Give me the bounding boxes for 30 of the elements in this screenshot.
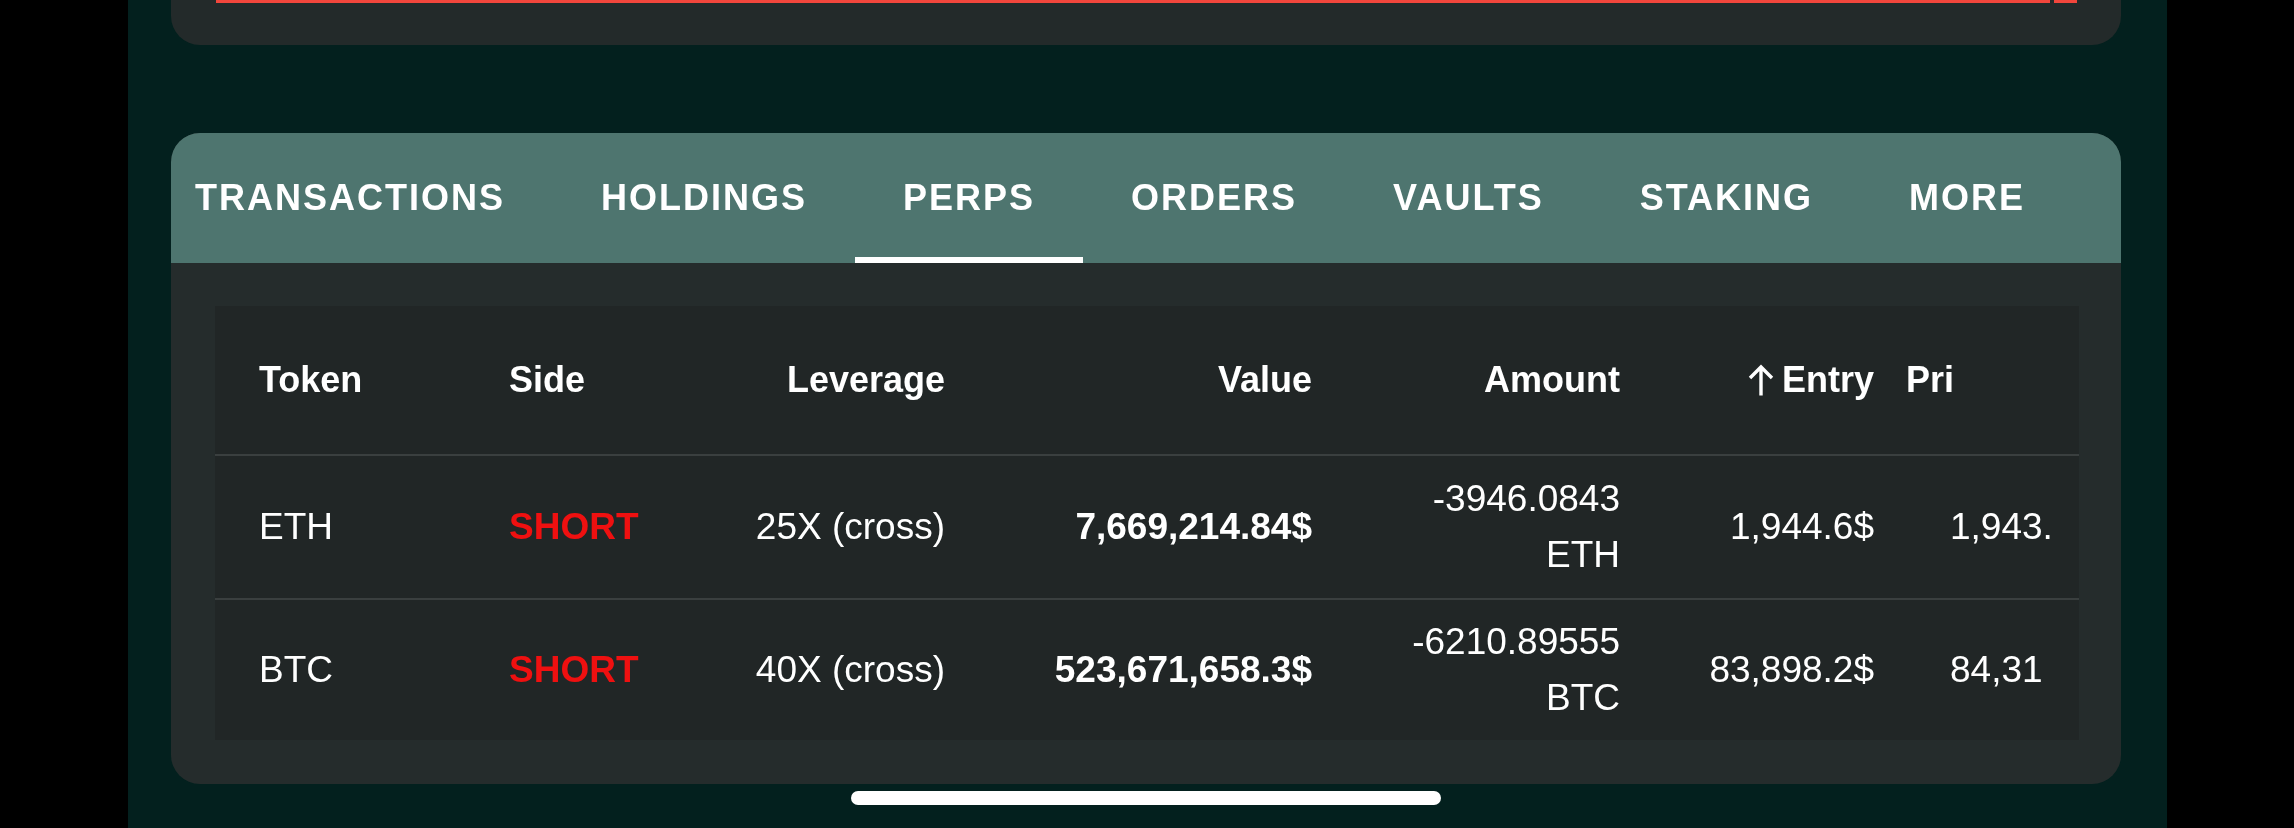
tab[interactable]: STAKING <box>1591 133 1862 263</box>
side-label: SHORT <box>509 648 639 692</box>
column-header[interactable]: Value <box>1217 359 1312 401</box>
column-header[interactable]: Pri <box>1906 359 1955 401</box>
tab[interactable]: PERPS <box>855 133 1084 263</box>
entry-price: 83,898.2$ <box>1709 648 1874 692</box>
side-label: SHORT <box>509 505 639 549</box>
amount-text: -3946.0843 ETH <box>1431 477 1620 577</box>
column-header[interactable]: Token <box>259 359 363 401</box>
column-header[interactable]: Amount <box>1484 359 1620 401</box>
leverage-text: 25X (cross) <box>755 505 945 549</box>
column-header[interactable]: Leverage <box>786 359 945 401</box>
home-indicator[interactable] <box>851 791 1441 805</box>
token-symbol: BTC <box>259 648 333 692</box>
leverage-text: 40X (cross) <box>755 648 945 692</box>
column-header[interactable]: Side <box>509 359 586 401</box>
tab[interactable]: TRANSACTIONS <box>171 133 553 263</box>
amount-text: -6210.89555 BTC <box>1411 620 1620 720</box>
value-amount: 7,669,214.84$ <box>1075 505 1312 549</box>
entry-price: 1,944.6$ <box>1729 505 1874 549</box>
number-text: 1,943. <box>1950 505 2053 549</box>
number-text: 84,31 <box>1950 648 2043 692</box>
tab[interactable]: MORE <box>1861 133 2074 263</box>
tab[interactable]: ORDERS <box>1083 133 1346 263</box>
value-amount: 523,671,658.3$ <box>1054 648 1312 692</box>
bar-segment <box>2054 0 2077 3</box>
tab[interactable]: HOLDINGS <box>553 133 855 263</box>
tab[interactable]: VAULTS <box>1345 133 1592 263</box>
column-header[interactable]: Entry <box>1747 359 1874 401</box>
token-symbol: ETH <box>259 505 333 549</box>
